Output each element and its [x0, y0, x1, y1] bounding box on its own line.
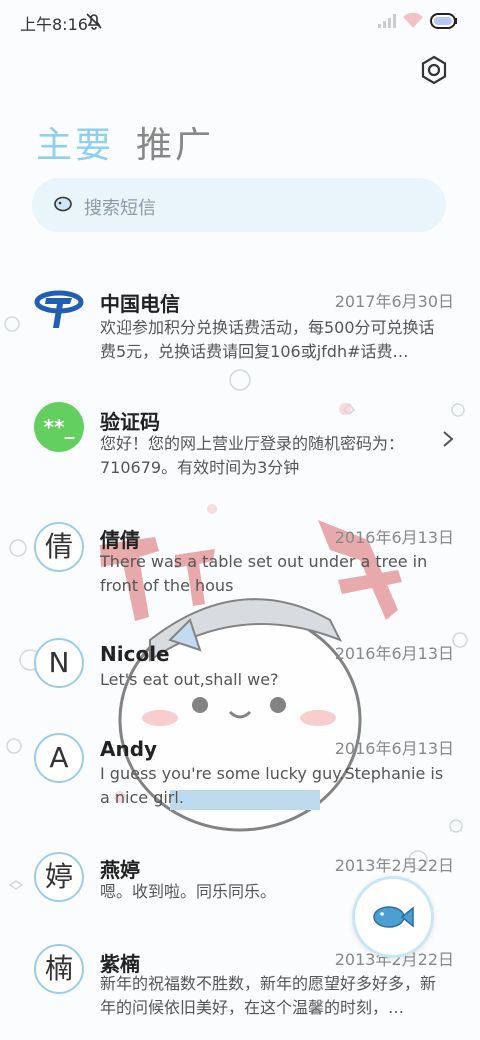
avatar: 倩 — [34, 522, 84, 572]
list-item[interactable]: A Andy 2016年6月13日 I guess you're some lu… — [0, 733, 480, 813]
message-date: 2016年6月13日 — [334, 644, 454, 663]
message-date: 2016年6月13日 — [334, 528, 454, 547]
list-item[interactable]: 中国电信 2017年6月30日 欢迎参加积分兑换话费活动，每500分可兑换话费5… — [0, 282, 480, 372]
message-date: 2013年2月22日 — [334, 856, 454, 875]
avatar: A — [34, 733, 84, 783]
status-bar: 上午8:16 — [0, 0, 480, 40]
avatar: 楠 — [34, 944, 84, 994]
message-preview: I guess you're some lucky guy.Stephanie … — [100, 764, 444, 807]
message-date: 2017年6月30日 — [334, 292, 454, 311]
signal-icon — [378, 13, 398, 32]
fish-icon — [372, 904, 414, 934]
list-item[interactable]: 楠 紫楠 2013年2月22日 新年的祝福数不胜数，新年的愿望好多好多，新年的问… — [0, 944, 480, 1040]
sender-name: 验证码 — [100, 410, 160, 434]
message-preview: There was a table set out under a tree i… — [100, 552, 428, 595]
search-icon — [54, 196, 72, 216]
sender-name: Andy — [100, 737, 158, 761]
message-preview: 新年的祝福数不胜数，新年的愿望好多好多，新年的问候依旧美好，在这个温馨的时刻，… — [100, 974, 437, 1017]
list-item[interactable]: **_ 验证码 您好！您的网上营业厅登录的随机密码为：710679。有效时间为3… — [0, 402, 480, 482]
sender-name: Nicole — [100, 642, 170, 666]
message-date: 2016年6月13日 — [334, 739, 454, 758]
status-time: 上午8:16 — [20, 15, 88, 34]
tab-primary[interactable]: 主要 — [36, 116, 114, 168]
settings-button[interactable] — [418, 54, 450, 86]
avatar: **_ — [34, 402, 84, 452]
list-item[interactable]: 倩 倩倩 2016年6月13日 There was a table set ou… — [0, 520, 480, 600]
tab-promotions[interactable]: 推广 — [136, 116, 214, 168]
bell-mute-icon — [84, 11, 104, 35]
message-preview: 嗯。收到啦。同乐同乐。 — [100, 882, 277, 901]
gear-icon — [421, 55, 447, 85]
search-input[interactable]: 搜索短信 — [32, 178, 446, 232]
china-telecom-logo — [34, 284, 84, 334]
search-placeholder: 搜索短信 — [84, 198, 156, 219]
message-preview: 欢迎参加积分兑换话费活动，每500分可兑换话费5元，兑换话费请回复106或jfd… — [100, 318, 435, 361]
sender-name: 燕婷 — [100, 858, 140, 882]
chevron-right-icon[interactable] — [442, 430, 454, 452]
avatar: 婷 — [34, 852, 84, 902]
sender-name: 倩倩 — [100, 528, 140, 552]
wifi-icon — [402, 12, 424, 32]
message-preview: Let's eat out,shall we? — [100, 670, 279, 689]
avatar: N — [34, 638, 84, 688]
battery-icon — [430, 12, 458, 34]
compose-button[interactable] — [352, 876, 434, 958]
sender-name: 中国电信 — [100, 292, 180, 316]
list-item[interactable]: N Nicole 2016年6月13日 Let's eat out,shall … — [0, 638, 480, 698]
message-preview: 您好！您的网上营业厅登录的随机密码为：710679。有效时间为3分钟 — [100, 434, 405, 477]
